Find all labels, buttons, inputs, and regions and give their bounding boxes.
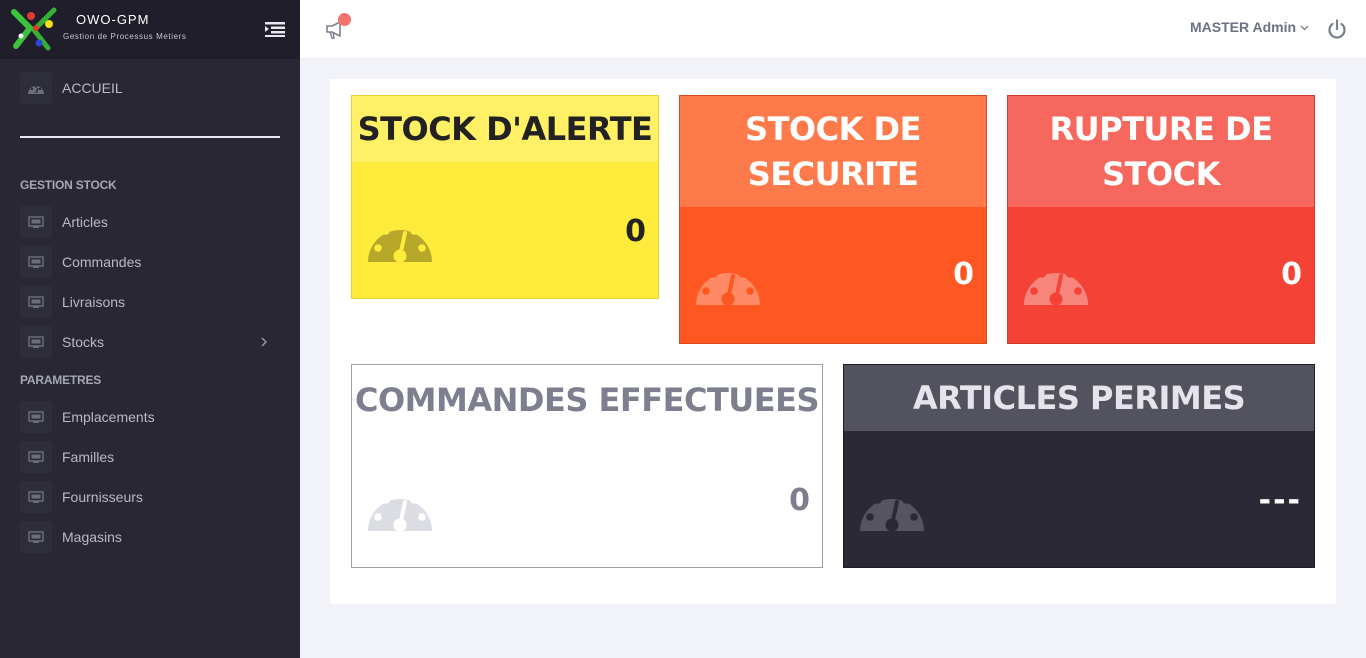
card-value: 0 xyxy=(1281,257,1302,292)
card-stock-alerte[interactable]: STOCK D'ALERTE 0 xyxy=(351,95,659,299)
sidebar-item-label: Livraisons xyxy=(62,294,126,310)
gauge-icon xyxy=(368,490,432,532)
chevron-down-icon xyxy=(1300,25,1309,30)
card-commandes-effectuees[interactable]: COMMANDES EFFECTUEES 0 xyxy=(351,364,823,568)
gauge-icon xyxy=(368,221,432,263)
sidebar-item-label: ACCUEIL xyxy=(62,80,123,96)
sidebar-item-commandes[interactable]: Commandes xyxy=(20,246,280,278)
monitor-icon xyxy=(20,401,52,433)
sidebar-item-familles[interactable]: Familles xyxy=(20,441,280,473)
app-logo xyxy=(11,7,57,51)
sidebar-item-articles[interactable]: Articles xyxy=(20,206,280,238)
monitor-icon xyxy=(20,521,52,553)
gauge-icon xyxy=(860,490,924,532)
sidebar-item-label: Magasins xyxy=(62,529,122,545)
section-title-parametres: PARAMETRES xyxy=(20,373,102,387)
monitor-icon xyxy=(20,441,52,473)
card-title: ARTICLES PERIMES xyxy=(844,365,1314,431)
sidebar-item-label: Articles xyxy=(62,214,108,230)
section-title-gestion-stock: GESTION STOCK xyxy=(20,178,117,192)
sidebar-item-fournisseurs[interactable]: Fournisseurs xyxy=(20,481,280,513)
card-value: --- xyxy=(1258,483,1302,518)
dashboard-icon xyxy=(20,72,52,104)
sidebar-item-label: Familles xyxy=(62,449,115,465)
card-value: 0 xyxy=(625,214,646,249)
card-articles-perimes[interactable]: ARTICLES PERIMES --- xyxy=(843,364,1315,568)
card-body: 0 xyxy=(352,162,658,298)
card-title: STOCK D'ALERTE xyxy=(352,96,658,162)
sidebar-item-accueil[interactable]: ACCUEIL xyxy=(20,72,280,104)
sidebar-item-stocks[interactable]: Stocks xyxy=(20,326,280,358)
chevron-right-icon xyxy=(261,337,267,347)
sidebar: OWO-GPM Gestion de Processus Metiers ACC… xyxy=(0,0,300,658)
card-title: STOCK DE SECURITE xyxy=(680,96,986,207)
monitor-icon xyxy=(20,206,52,238)
sidebar-item-emplacements[interactable]: Emplacements xyxy=(20,401,280,433)
sidebar-item-label: Commandes xyxy=(62,254,142,270)
topbar: MASTER Admin xyxy=(300,0,1366,59)
gauge-icon xyxy=(696,264,760,306)
power-icon[interactable] xyxy=(1326,18,1348,40)
notification-badge xyxy=(338,13,351,26)
user-name: MASTER Admin xyxy=(1190,19,1297,35)
card-stock-securite[interactable]: STOCK DE SECURITE 0 xyxy=(679,95,987,344)
brand-subtitle: Gestion de Processus Metiers xyxy=(63,32,187,41)
card-value: 0 xyxy=(789,483,810,518)
monitor-icon xyxy=(20,326,52,358)
brand-bar: OWO-GPM Gestion de Processus Metiers xyxy=(0,0,300,59)
monitor-icon xyxy=(20,481,52,513)
sidebar-toggle-icon[interactable] xyxy=(265,21,285,37)
brand-name: OWO-GPM xyxy=(76,12,150,27)
sidebar-item-label: Emplacements xyxy=(62,409,155,425)
card-value: 0 xyxy=(953,257,974,292)
sidebar-divider xyxy=(20,136,280,138)
user-menu[interactable]: MASTER Admin xyxy=(1190,19,1309,35)
card-title: COMMANDES EFFECTUEES xyxy=(354,380,820,419)
card-title: RUPTURE DE STOCK xyxy=(1008,96,1314,207)
sidebar-item-label: Stocks xyxy=(62,334,105,350)
gauge-icon xyxy=(1024,264,1088,306)
sidebar-item-magasins[interactable]: Magasins xyxy=(20,521,280,553)
sidebar-item-label: Fournisseurs xyxy=(62,489,143,505)
monitor-icon xyxy=(20,246,52,278)
card-rupture-stock[interactable]: RUPTURE DE STOCK 0 xyxy=(1007,95,1315,344)
monitor-icon xyxy=(20,286,52,318)
sidebar-item-livraisons[interactable]: Livraisons xyxy=(20,286,280,318)
